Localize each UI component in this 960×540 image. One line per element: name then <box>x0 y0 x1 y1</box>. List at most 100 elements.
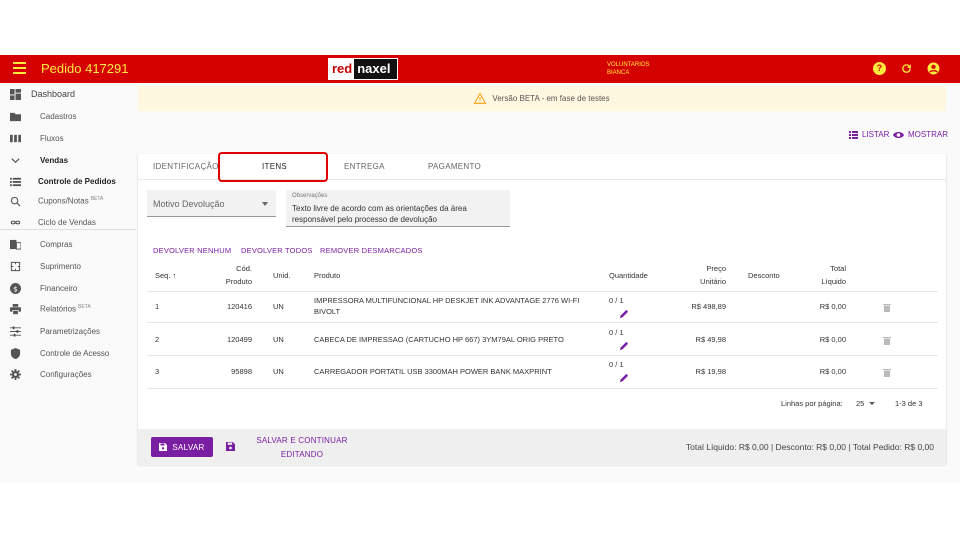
user-info: VOLUNTARIOS BIANCA <box>607 61 650 77</box>
row-divider <box>147 291 938 292</box>
sidebar-item-controle-acesso[interactable]: Controle de Acesso <box>0 343 136 363</box>
delete-icon[interactable] <box>883 336 891 345</box>
cell-produto-line2: BIVOLT <box>314 307 341 316</box>
cell-produto: IMPRESSORA MULTIFUNCIONAL HP DESKJET INK… <box>314 295 594 317</box>
save-continue-icon[interactable] <box>226 442 235 451</box>
save-and-continue-button[interactable]: SALVAR E CONTINUAR EDITANDO <box>252 434 352 462</box>
col-cod-line2: Produto <box>225 277 252 286</box>
mostrar-button[interactable]: MOSTRAR <box>893 130 948 139</box>
sidebar-label: Compras <box>40 239 73 249</box>
remover-desmarcados-button[interactable]: REMOVER DESMARCADOS <box>320 246 423 255</box>
sidebar-item-cadastros[interactable]: Cadastros <box>0 106 136 126</box>
sidebar-label-text: Relatórios <box>40 304 77 314</box>
sidebar-item-cupons-notas[interactable]: Cupons/Notas BETA <box>0 191 136 211</box>
tab-identificacao[interactable]: IDENTIFICAÇÃO <box>153 162 219 171</box>
sidebar-label: Cupons/Notas BETA <box>38 196 103 206</box>
dropdown-arrow-icon <box>869 402 876 405</box>
delete-icon[interactable] <box>883 303 891 312</box>
edit-pencil-icon[interactable] <box>620 309 629 318</box>
user-name: BIANCA <box>607 70 630 76</box>
form-footer: SALVAR SALVAR E CONTINUAR EDITANDO Total… <box>138 429 946 465</box>
dropdown-arrow-icon <box>262 202 268 206</box>
observacoes-label: Observações <box>292 193 328 199</box>
cell-preco: R$ 49,98 <box>695 335 726 344</box>
col-total: Total Líquido <box>808 262 846 288</box>
tab-pagamento[interactable]: PAGAMENTO <box>428 162 481 171</box>
row-divider <box>147 355 938 356</box>
sidebar-item-fluxos[interactable]: Fluxos <box>0 128 136 148</box>
col-seq[interactable]: Seq. ↑ <box>155 269 176 282</box>
cell-quantidade: 0 / 1 <box>609 360 624 369</box>
page-title: Pedido 417291 <box>41 61 129 76</box>
save-button[interactable]: SALVAR <box>151 437 213 457</box>
sidebar-item-parametrizacoes[interactable]: Parametrizações <box>0 321 136 341</box>
rows-per-page-select[interactable]: 25 <box>856 398 876 409</box>
motivo-devolucao-select[interactable]: Motivo Devolução <box>147 190 276 217</box>
tab-entrega[interactable]: ENTREGA <box>344 162 385 171</box>
cell-unid: UN <box>273 302 284 311</box>
save-label: SALVAR <box>172 442 205 452</box>
listar-button[interactable]: LISTAR <box>849 130 889 139</box>
cell-total: R$ 0,00 <box>819 367 846 376</box>
infinity-icon <box>10 220 21 224</box>
cell-produto-line1: IMPRESSORA MULTIFUNCIONAL HP DESKJET INK… <box>314 296 580 305</box>
sidebar-label: Financeiro <box>40 283 78 293</box>
motivo-devolucao-value: Motivo Devolução <box>153 199 225 209</box>
devolver-todos-button[interactable]: DEVOLVER TODOS <box>241 246 313 255</box>
sidebar-item-controle-pedidos[interactable]: Controle de Pedidos <box>0 171 136 191</box>
tab-itens[interactable]: ITENS <box>262 162 287 171</box>
observacoes-field[interactable]: Observações Texto livre de acordo com as… <box>286 190 510 227</box>
account-icon[interactable] <box>927 62 940 75</box>
refresh-icon[interactable] <box>900 62 913 75</box>
gear-icon <box>10 368 21 380</box>
sidebar-item-relatorios[interactable]: Relatórios BETA <box>0 299 136 319</box>
sidebar-item-dashboard[interactable]: Dashboard <box>0 84 136 104</box>
list-view-icon <box>849 130 858 139</box>
listar-label: LISTAR <box>862 130 890 139</box>
sidebar-item-financeiro[interactable]: $ Financeiro <box>0 278 136 298</box>
folder-icon <box>10 112 21 121</box>
cell-preco: R$ 498,89 <box>691 302 726 311</box>
sidebar-label: Suprimento <box>40 261 81 271</box>
order-totals: Total Líquido: R$ 0,00 | Desconto: R$ 0,… <box>685 442 934 452</box>
col-preco-line2: Unitário <box>700 277 726 286</box>
col-unid: Unid. <box>273 271 291 280</box>
cell-produto: CARREGADOR PORTATIL USB 3300MAH POWER BA… <box>314 367 552 376</box>
observacoes-text: Texto livre de acordo com as orientações… <box>292 204 467 224</box>
sliders-icon <box>10 325 21 337</box>
cell-unid: UN <box>273 367 284 376</box>
sidebar-label: Parametrizações <box>40 326 101 336</box>
dollar-icon: $ <box>10 282 21 294</box>
sort-arrow-up-icon: ↑ <box>172 271 177 280</box>
row-divider <box>147 388 938 389</box>
menu-icon[interactable] <box>13 62 26 76</box>
save-continue-line2: EDITANDO <box>280 450 324 459</box>
list-icon <box>10 177 21 186</box>
help-icon[interactable]: ? <box>873 62 886 75</box>
cell-seq: 1 <box>155 302 160 311</box>
sidebar-item-compras[interactable]: Compras <box>0 234 136 254</box>
devolver-nenhum-button[interactable]: DEVOLVER NENHUM <box>153 246 231 255</box>
eye-icon <box>893 131 904 138</box>
shield-icon <box>10 347 21 359</box>
sidebar-divider <box>0 229 136 230</box>
warning-icon <box>474 93 487 104</box>
edit-pencil-icon[interactable] <box>620 341 629 350</box>
save-icon <box>159 443 168 451</box>
sidebar-label: Dashboard <box>31 89 76 99</box>
sidebar: Dashboard Cadastros Fluxos Vendas Contro… <box>0 83 136 483</box>
sidebar-label: Relatórios BETA <box>40 304 91 314</box>
delete-icon[interactable] <box>883 368 891 377</box>
col-total-line1: Total <box>830 264 846 273</box>
cell-cod: 95898 <box>231 367 252 376</box>
cell-produto: CABECA DE IMPRESSAO (CARTUCHO HP 667) 3Y… <box>314 335 564 344</box>
cell-quantidade: 0 / 1 <box>609 296 624 305</box>
sidebar-item-vendas[interactable]: Vendas <box>0 150 136 170</box>
receipt-search-icon <box>10 196 21 207</box>
app-header: Pedido 417291 red naxel VOLUNTARIOS BIAN… <box>0 55 960 83</box>
col-cod-produto: Cód. Produto <box>218 262 252 288</box>
edit-pencil-icon[interactable] <box>620 373 629 382</box>
sidebar-item-configuracoes[interactable]: Configurações <box>0 364 136 384</box>
sidebar-item-suprimento[interactable]: Suprimento <box>0 256 136 276</box>
cell-total: R$ 0,00 <box>819 302 846 311</box>
